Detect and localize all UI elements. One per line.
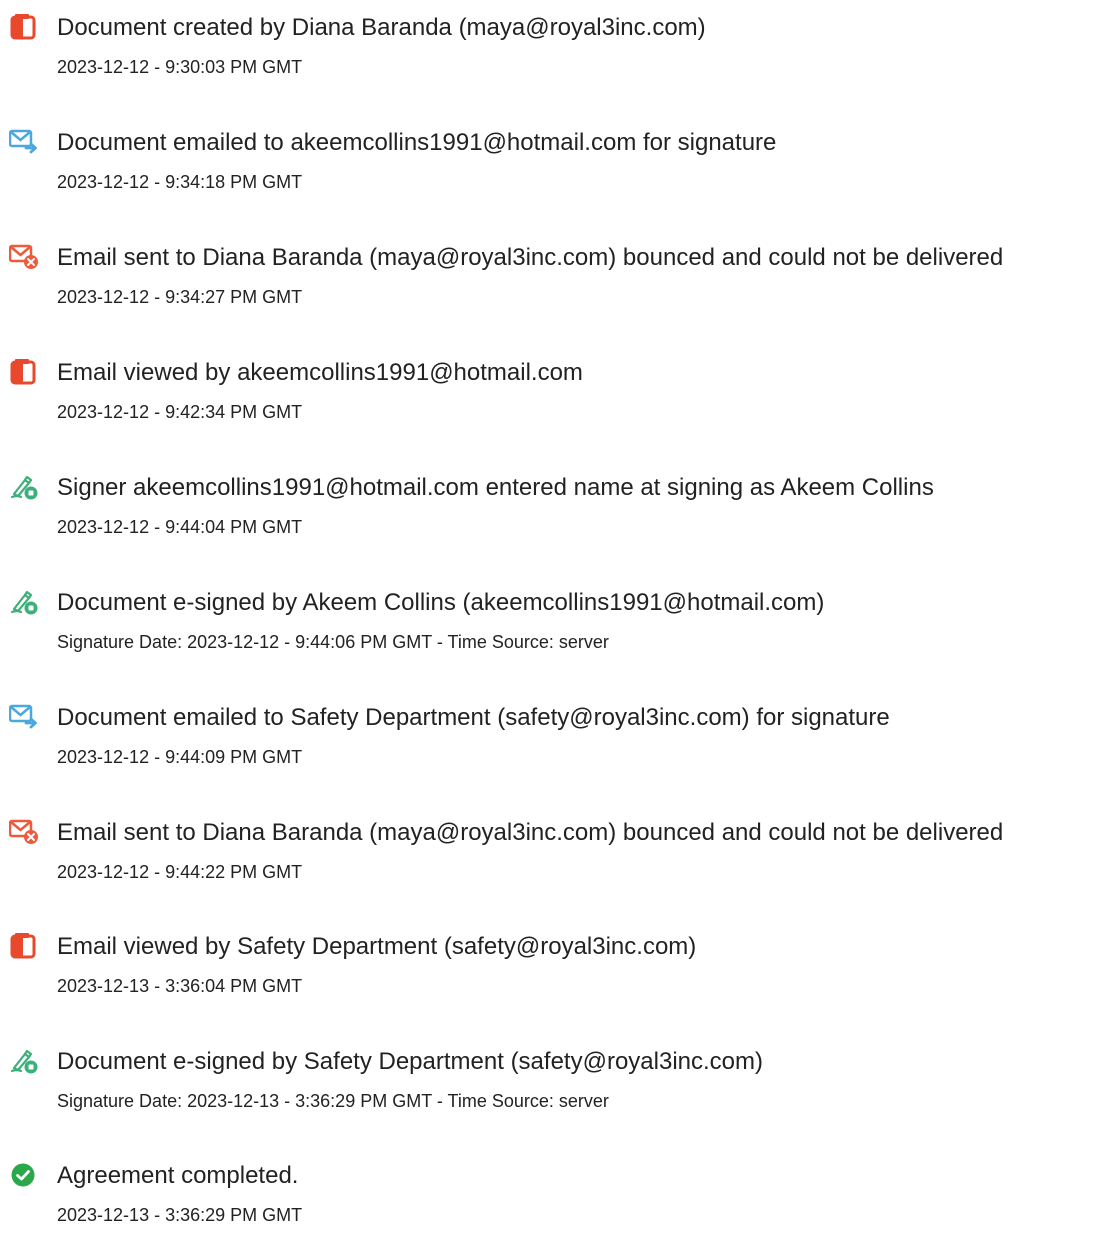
audit-event: Document e-signed by Safety Department (…: [0, 1047, 1109, 1127]
check-circle-icon: [9, 1162, 39, 1188]
audit-event: Email viewed by Safety Department (safet…: [0, 932, 1109, 1012]
pen-sign-icon: [9, 474, 39, 500]
audit-event: Document emailed to akeemcollins1991@hot…: [0, 128, 1109, 208]
audit-event: Email viewed by akeemcollins1991@hotmail…: [0, 358, 1109, 438]
document-icon: [9, 14, 39, 40]
event-title: Document emailed to Safety Department (s…: [57, 704, 890, 731]
email-bounced-icon: [9, 244, 39, 270]
audit-event: Agreement completed. 2023-12-13 - 3:36:2…: [0, 1161, 1109, 1241]
event-title: Signer akeemcollins1991@hotmail.com ente…: [57, 474, 934, 501]
event-timestamp: 2023-12-12 - 9:34:27 PM GMT: [57, 287, 303, 307]
audit-event: Document e-signed by Akeem Collins (akee…: [0, 588, 1109, 668]
audit-event: Document emailed to Safety Department (s…: [0, 703, 1109, 783]
event-title: Email sent to Diana Baranda (maya@royal3…: [57, 244, 1004, 271]
event-title: Email viewed by akeemcollins1991@hotmail…: [57, 359, 583, 386]
email-sent-icon: [9, 704, 39, 730]
event-title: Email viewed by Safety Department (safet…: [57, 933, 697, 960]
event-timestamp: 2023-12-13 - 3:36:04 PM GMT: [57, 976, 303, 996]
audit-event: Signer akeemcollins1991@hotmail.com ente…: [0, 473, 1109, 553]
audit-event: Email sent to Diana Baranda (maya@royal3…: [0, 243, 1109, 323]
event-timestamp: 2023-12-12 - 9:34:18 PM GMT: [57, 172, 303, 192]
event-title: Email sent to Diana Baranda (maya@royal3…: [57, 819, 1004, 846]
email-sent-icon: [9, 129, 39, 155]
email-bounced-icon: [9, 819, 39, 845]
document-icon: [9, 359, 39, 385]
event-title: Document created by Diana Baranda (maya@…: [57, 14, 706, 41]
event-title: Document emailed to akeemcollins1991@hot…: [57, 129, 777, 156]
event-title: Document e-signed by Akeem Collins (akee…: [57, 589, 825, 616]
pen-sign-icon: [9, 589, 39, 615]
event-title: Agreement completed.: [57, 1162, 299, 1189]
pen-sign-icon: [9, 1048, 39, 1074]
event-timestamp: Signature Date: 2023-12-13 - 3:36:29 PM …: [57, 1091, 609, 1111]
event-timestamp: 2023-12-12 - 9:42:34 PM GMT: [57, 402, 303, 422]
event-timestamp: Signature Date: 2023-12-12 - 9:44:06 PM …: [57, 632, 609, 652]
audit-event: Document created by Diana Baranda (maya@…: [0, 13, 1109, 93]
event-timestamp: 2023-12-12 - 9:44:09 PM GMT: [57, 747, 303, 767]
event-timestamp: 2023-12-12 - 9:44:04 PM GMT: [57, 517, 303, 537]
event-timestamp: 2023-12-12 - 9:44:22 PM GMT: [57, 862, 303, 882]
event-timestamp: 2023-12-13 - 3:36:29 PM GMT: [57, 1205, 303, 1225]
document-icon: [9, 933, 39, 959]
event-title: Document e-signed by Safety Department (…: [57, 1048, 763, 1075]
audit-event: Email sent to Diana Baranda (maya@royal3…: [0, 818, 1109, 898]
event-timestamp: 2023-12-12 - 9:30:03 PM GMT: [57, 57, 303, 77]
